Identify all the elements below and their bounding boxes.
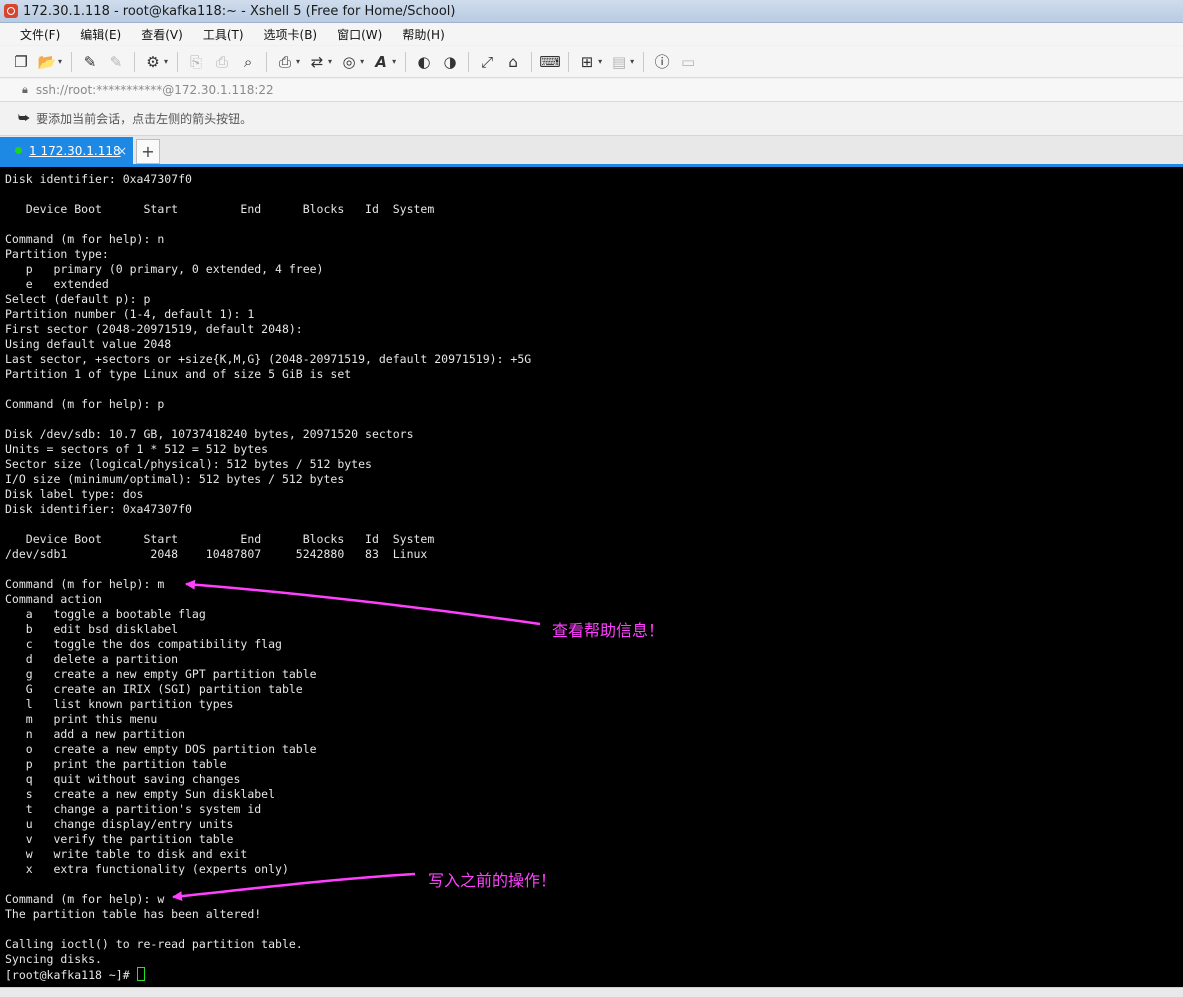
transfer-icon[interactable]: ⇄ bbox=[306, 51, 328, 73]
add-tab-button[interactable]: + bbox=[136, 139, 160, 164]
chevron-down-icon[interactable]: ▾ bbox=[164, 57, 168, 66]
menu-tools[interactable]: 工具(T) bbox=[196, 26, 251, 43]
xshell-app-icon bbox=[4, 4, 18, 18]
chevron-down-icon[interactable]: ▾ bbox=[392, 57, 396, 66]
toolbar-divider bbox=[71, 51, 73, 72]
toolbar-divider bbox=[643, 51, 645, 72]
write-arrow bbox=[172, 872, 416, 902]
annotation-arrows bbox=[172, 579, 541, 902]
menu-edit[interactable]: 编辑(E) bbox=[73, 26, 128, 43]
xftp-icon[interactable]: ◐ bbox=[413, 51, 435, 73]
title-bar: 172.30.1.118 - root@kafka118:~ - Xshell … bbox=[0, 0, 1183, 23]
add-window-icon[interactable]: ⊞ bbox=[576, 51, 598, 73]
fullscreen-icon[interactable]: ⤢ bbox=[476, 51, 498, 73]
layout-icon[interactable]: ▤ bbox=[608, 51, 630, 73]
chevron-down-icon[interactable]: ▾ bbox=[630, 57, 634, 66]
tab-label[interactable]: 1 172.30.1.118 bbox=[29, 144, 121, 158]
toolbar-divider bbox=[568, 51, 570, 72]
lock-icon: 🔒︎ bbox=[22, 83, 28, 96]
tab-bar: 1 172.30.1.118 × + bbox=[0, 136, 1183, 164]
toolbar-divider bbox=[405, 51, 407, 72]
tab-session[interactable]: 1 172.30.1.118 × bbox=[0, 137, 133, 164]
toolbar-divider bbox=[531, 51, 533, 72]
hint-bar: ⮩ 要添加当前会话，点击左侧的箭头按钮。 bbox=[0, 102, 1183, 136]
chevron-down-icon[interactable]: ▾ bbox=[328, 57, 332, 66]
add-session-arrow-icon[interactable]: ⮩ bbox=[18, 111, 30, 126]
chat-icon[interactable]: ▭ bbox=[677, 51, 699, 73]
menu-view[interactable]: 查看(V) bbox=[134, 26, 190, 43]
hint-text: 要添加当前会话，点击左侧的箭头按钮。 bbox=[36, 112, 253, 126]
lock-icon[interactable]: ⌂ bbox=[502, 51, 524, 73]
menu-bar: 文件(F) 编辑(E) 查看(V) 工具(T) 选项卡(B) 窗口(W) 帮助(… bbox=[0, 23, 1183, 45]
toolbar-divider bbox=[134, 51, 136, 72]
find-icon[interactable]: ⌕ bbox=[237, 51, 259, 73]
toolbar-divider bbox=[266, 51, 268, 72]
toolbar: ❐ 📂 ▾ ✎ ✎ ⚙ ▾ ⎘ ⎙ ⌕ ⎙ ▾ ⇄ ▾ ◎ ▾ A ▾ ◐ ◑ … bbox=[0, 46, 1183, 78]
chevron-down-icon[interactable]: ▾ bbox=[58, 57, 62, 66]
paste-icon[interactable]: ⎙ bbox=[211, 51, 233, 73]
help-annotation: 查看帮助信息！ bbox=[552, 621, 665, 640]
toolbar-divider bbox=[468, 51, 470, 72]
properties-icon[interactable]: ⚙ bbox=[142, 51, 164, 73]
chevron-down-icon[interactable]: ▾ bbox=[360, 57, 364, 66]
help-arrow bbox=[185, 579, 541, 626]
keyboard-icon[interactable]: ⌨ bbox=[539, 51, 561, 73]
disconnect-icon[interactable]: ✎ bbox=[105, 51, 127, 73]
address-text[interactable]: ssh://root:***********@172.30.1.118:22 bbox=[36, 83, 274, 97]
address-bar[interactable]: 🔒︎ ssh://root:***********@172.30.1.118:2… bbox=[0, 79, 1183, 102]
connected-status-icon bbox=[15, 147, 22, 154]
chevron-down-icon[interactable]: ▾ bbox=[296, 57, 300, 66]
help-icon[interactable]: ⓘ bbox=[651, 51, 673, 73]
globe-icon[interactable]: ◎ bbox=[338, 51, 360, 73]
copy-icon[interactable]: ⎘ bbox=[185, 51, 207, 73]
font-icon[interactable]: A bbox=[370, 51, 392, 73]
write-annotation: 写入之前的操作！ bbox=[428, 871, 557, 890]
xshell-icon[interactable]: ◑ bbox=[439, 51, 461, 73]
connect-icon[interactable]: ✎ bbox=[79, 51, 101, 73]
menu-help[interactable]: 帮助(H) bbox=[395, 26, 451, 43]
toolbar-divider bbox=[177, 51, 179, 72]
terminal[interactable]: Disk identifier: 0xa47307f0 Device Boot … bbox=[0, 167, 1183, 987]
menu-file[interactable]: 文件(F) bbox=[13, 26, 67, 43]
menu-window[interactable]: 窗口(W) bbox=[330, 26, 389, 43]
print-icon[interactable]: ⎙ bbox=[274, 51, 296, 73]
close-icon[interactable]: × bbox=[117, 144, 127, 158]
chevron-down-icon[interactable]: ▾ bbox=[598, 57, 602, 66]
new-session-icon[interactable]: ❐ bbox=[10, 51, 32, 73]
menu-tabs[interactable]: 选项卡(B) bbox=[257, 26, 325, 43]
window-title: 172.30.1.118 - root@kafka118:~ - Xshell … bbox=[23, 3, 456, 19]
open-folder-icon[interactable]: 📂 bbox=[36, 51, 58, 73]
